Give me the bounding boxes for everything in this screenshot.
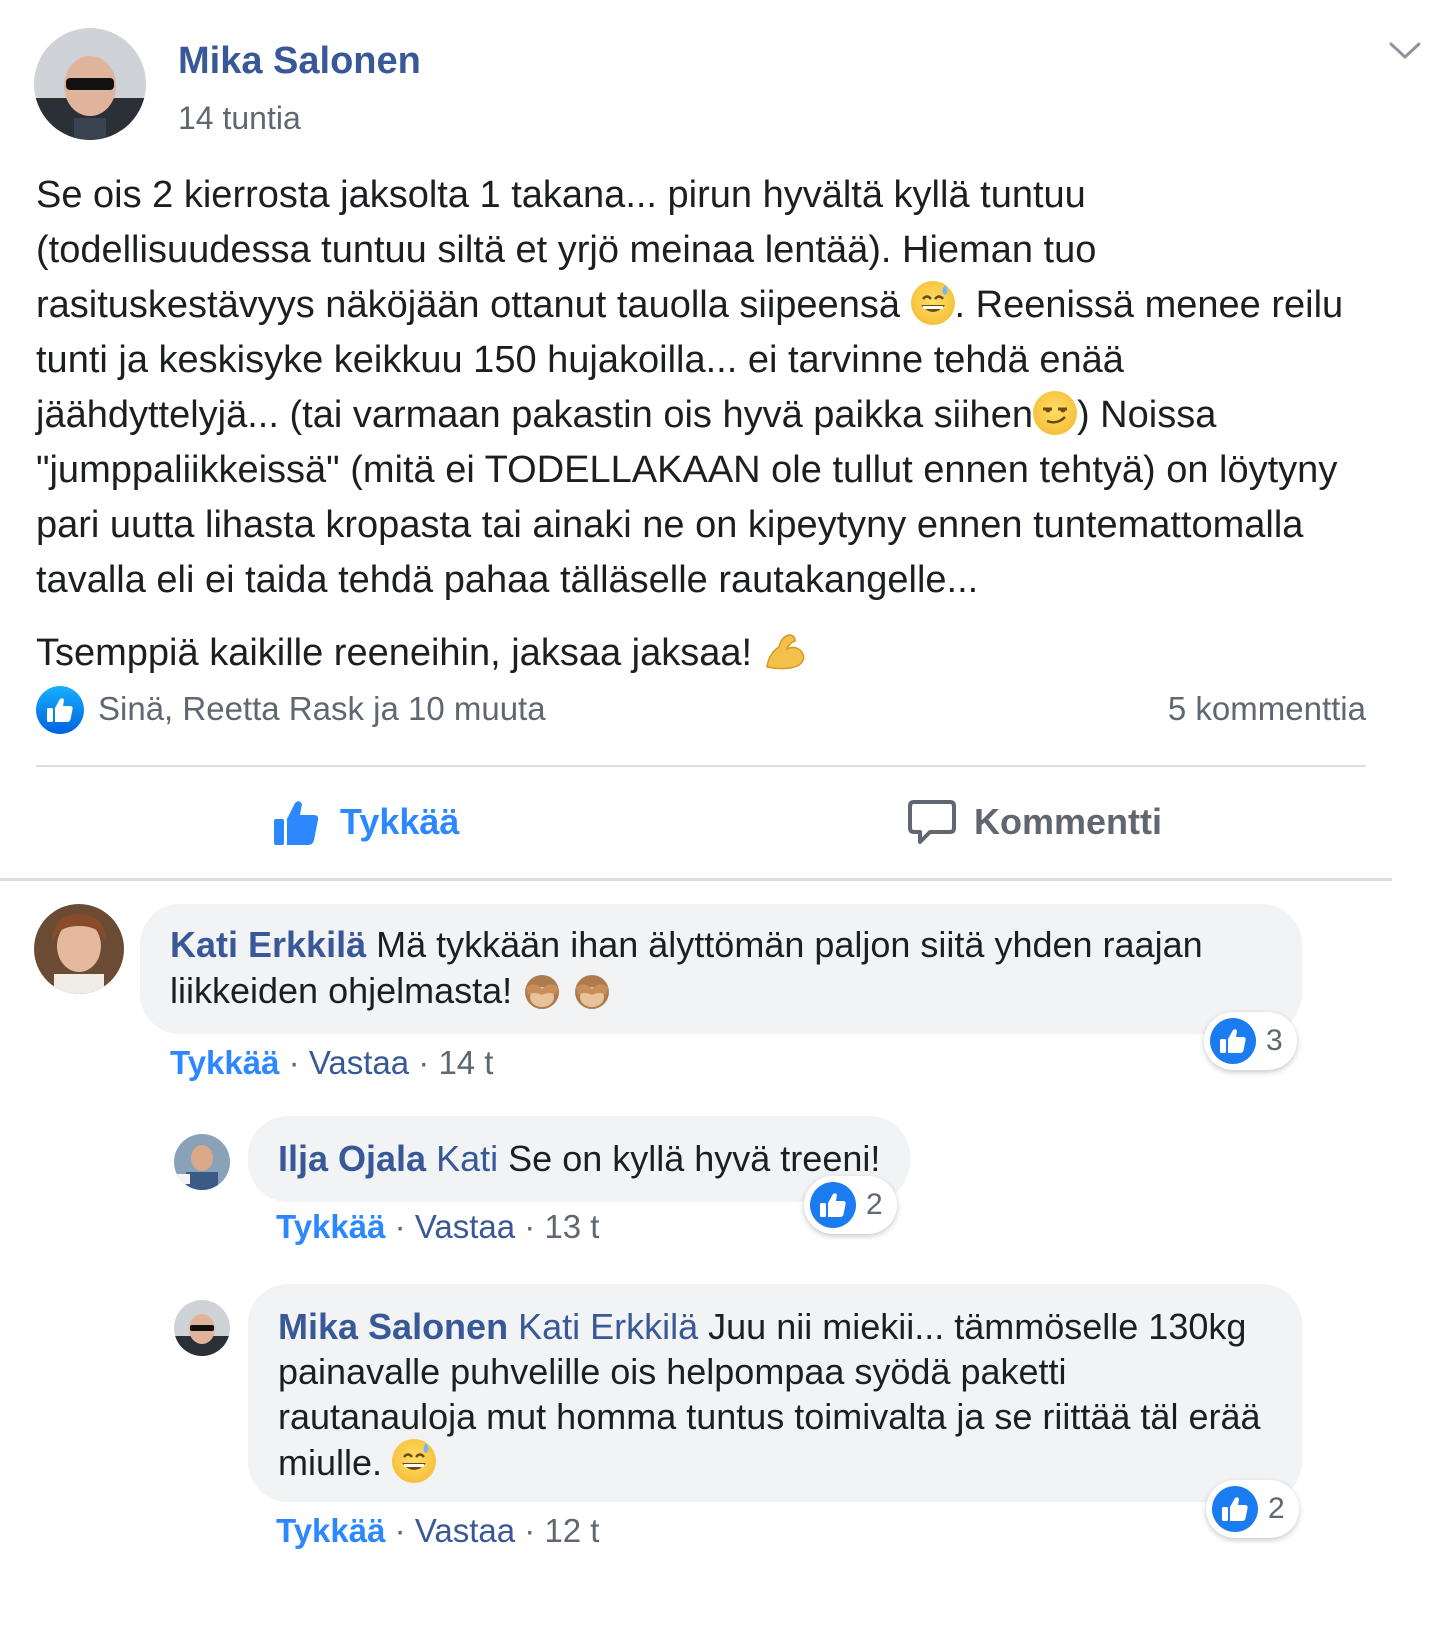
- comment-time[interactable]: 12 t: [544, 1512, 599, 1549]
- comment-avatar[interactable]: [174, 1134, 230, 1190]
- comment-reactions[interactable]: 2: [804, 1176, 897, 1234]
- comment-reply-link[interactable]: Vastaa: [415, 1512, 515, 1549]
- chevron-down-icon[interactable]: [1385, 30, 1425, 70]
- comment-reactions[interactable]: 2: [1206, 1480, 1299, 1538]
- comment-bubble: Kati Erkkilä Mä tykkään ihan älyttömän p…: [140, 904, 1302, 1034]
- flexed-biceps-emoji-icon: [763, 629, 807, 673]
- comment-meta: Tykkää · Vastaa · 14 t: [170, 1044, 494, 1081]
- post-author-name[interactable]: Mika Salonen: [178, 40, 421, 83]
- post-body: Se ois 2 kierrosta jaksolta 1 takana... …: [36, 168, 1366, 699]
- reactions-text[interactable]: Sinä, Reetta Rask ja 10 muuta: [98, 690, 546, 728]
- like-badge-icon: [36, 686, 84, 734]
- comment-reply-link[interactable]: Vastaa: [415, 1208, 515, 1245]
- comment-reactions[interactable]: 3: [1204, 1012, 1297, 1070]
- reactions-summary[interactable]: Sinä, Reetta Rask ja 10 muuta 5 kommentt…: [36, 686, 1366, 734]
- comment-avatar[interactable]: [174, 1300, 230, 1356]
- thumbs-up-icon: [274, 801, 319, 845]
- post-paragraph-1: Se ois 2 kierrosta jaksolta 1 takana... …: [36, 174, 1344, 601]
- divider: [0, 878, 1392, 881]
- comment-like-link[interactable]: Tykkää: [170, 1044, 279, 1081]
- like-badge-icon: [1212, 1486, 1258, 1532]
- grinning-sweat-emoji-icon: [392, 1439, 437, 1483]
- see-no-evil-monkey-emoji-icon: [522, 971, 562, 1011]
- comment-reply-link[interactable]: Vastaa: [309, 1044, 409, 1081]
- smirk-emoji-icon: [1032, 391, 1077, 435]
- grinning-sweat-emoji-icon: [910, 281, 955, 325]
- comment-mention[interactable]: Kati: [436, 1138, 498, 1179]
- comment-mention[interactable]: Kati Erkkilä: [518, 1306, 698, 1347]
- like-badge-icon: [810, 1182, 856, 1228]
- post-author-avatar[interactable]: [34, 28, 146, 140]
- comment-author[interactable]: Kati Erkkilä: [170, 924, 366, 965]
- comment-like-link[interactable]: Tykkää: [276, 1512, 385, 1549]
- like-button[interactable]: Tykkää: [270, 792, 459, 852]
- comment-meta: Tykkää · Vastaa · 12 t: [276, 1512, 600, 1549]
- see-no-evil-monkey-emoji-icon: [572, 971, 612, 1011]
- like-badge-icon: [1210, 1018, 1256, 1064]
- comment-meta: Tykkää · Vastaa · 13 t: [276, 1208, 600, 1245]
- comment-bubble: Mika Salonen Kati Erkkilä Juu nii miekii…: [248, 1284, 1302, 1502]
- comment-author[interactable]: Mika Salonen: [278, 1306, 508, 1347]
- post-paragraph-2: Tsemppiä kaikille reeneihin, jaksaa jaks…: [36, 626, 1366, 681]
- comment-button[interactable]: Kommentti: [906, 792, 1162, 852]
- speech-bubble-icon: [908, 800, 956, 844]
- comment-avatar[interactable]: [34, 904, 124, 994]
- post-timestamp[interactable]: 14 tuntia: [178, 100, 301, 137]
- comment-author[interactable]: Ilja Ojala: [278, 1138, 426, 1179]
- divider: [36, 765, 1366, 767]
- comment-like-link[interactable]: Tykkää: [276, 1208, 385, 1245]
- comment-time[interactable]: 13 t: [544, 1208, 599, 1245]
- comments-count[interactable]: 5 kommenttia: [1168, 690, 1366, 728]
- comment-text: Se on kyllä hyvä treeni!: [508, 1138, 881, 1179]
- comment-time[interactable]: 14 t: [438, 1044, 493, 1081]
